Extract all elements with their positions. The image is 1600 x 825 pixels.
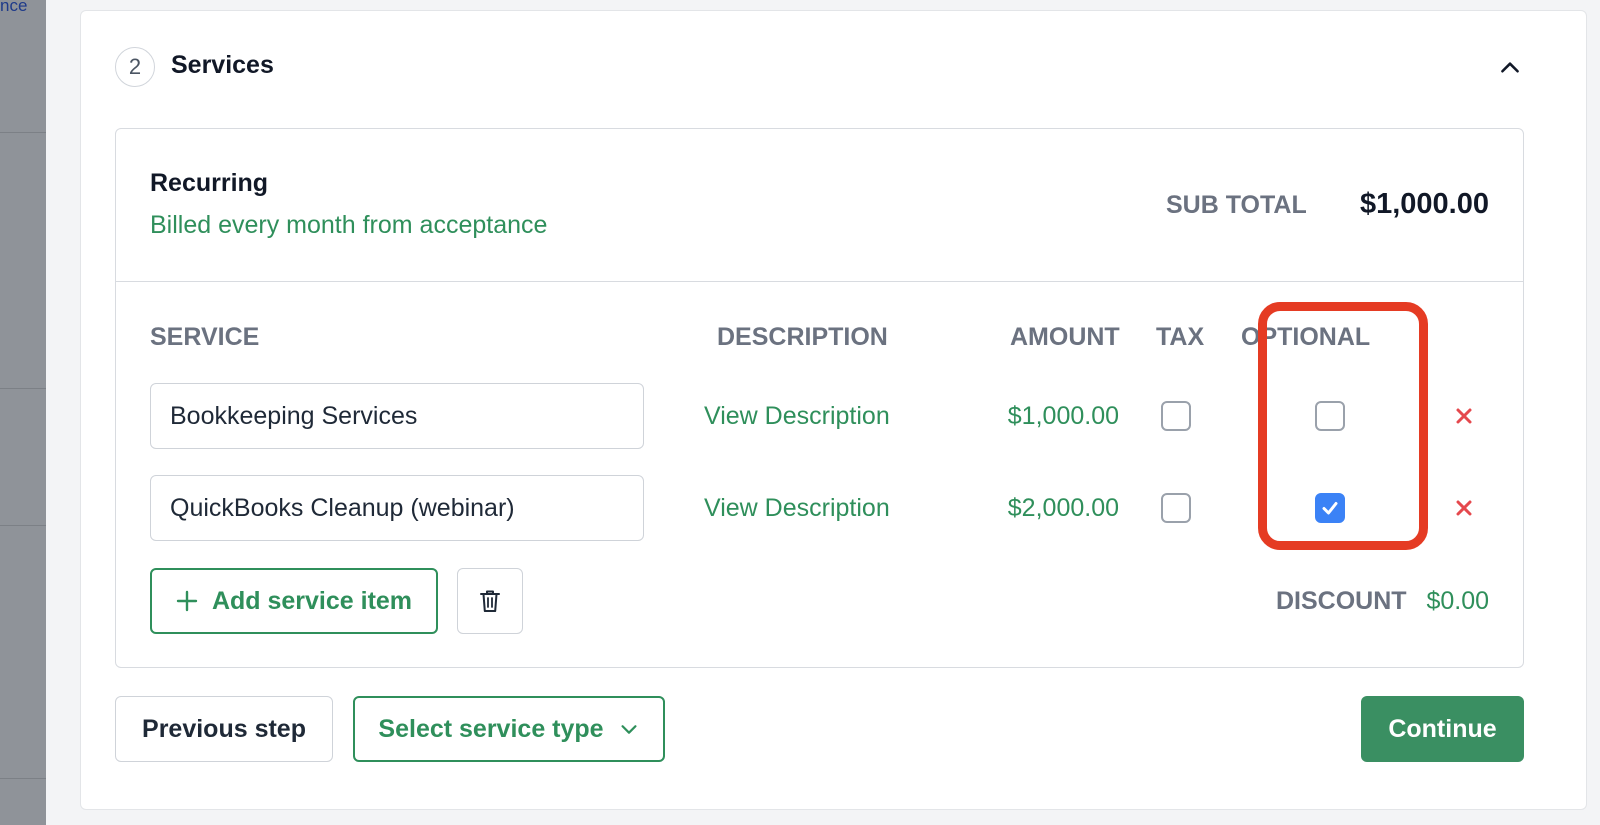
column-header-service: SERVICE <box>150 323 260 351</box>
optional-checkbox[interactable] <box>1315 493 1345 523</box>
discount-label: DISCOUNT <box>1276 587 1407 615</box>
background-page: nce <box>0 0 46 825</box>
background-divider <box>0 778 46 779</box>
background-divider <box>0 525 46 526</box>
background-divider <box>0 132 46 133</box>
tax-checkbox[interactable] <box>1161 493 1191 523</box>
billing-group-subtitle: Billed every month from acceptance <box>150 211 548 239</box>
service-name-input[interactable] <box>150 383 644 449</box>
optional-checkbox[interactable] <box>1315 401 1345 431</box>
continue-button[interactable]: Continue <box>1361 696 1524 762</box>
tax-checkbox[interactable] <box>1161 401 1191 431</box>
view-description-link[interactable]: View Description <box>704 402 890 431</box>
select-service-type-dropdown[interactable]: Select service type <box>353 696 665 762</box>
remove-row-icon[interactable] <box>1454 406 1474 426</box>
column-header-amount: AMOUNT <box>1010 323 1120 351</box>
checkmark-icon <box>1322 502 1338 515</box>
billing-group-title: Recurring <box>150 169 269 197</box>
add-service-item-label: Add service item <box>211 586 413 615</box>
service-name-input[interactable] <box>150 475 644 541</box>
service-amount: $2,000.00 <box>1007 494 1119 522</box>
background-divider <box>0 388 46 389</box>
column-header-description: DESCRIPTION <box>717 323 888 351</box>
select-service-type-label: Select service type <box>378 714 604 743</box>
chevron-down-icon <box>621 725 637 734</box>
previous-step-button[interactable]: Previous step <box>115 696 333 762</box>
chevron-up-icon[interactable] <box>1497 55 1523 81</box>
step-number-badge: 2 <box>115 47 155 87</box>
remove-row-icon[interactable] <box>1454 498 1474 518</box>
add-service-item-button[interactable]: Add service item <box>150 568 438 634</box>
view-description-link[interactable]: View Description <box>704 494 890 523</box>
plus-icon <box>176 590 198 612</box>
delete-group-button[interactable] <box>457 568 523 634</box>
column-header-optional: OPTIONAL <box>1241 323 1371 351</box>
trash-icon <box>480 590 500 612</box>
card-divider <box>116 281 1523 282</box>
service-amount: $1,000.00 <box>1007 402 1119 430</box>
step-title: Services <box>171 51 274 79</box>
modal-gutter <box>46 0 80 825</box>
subtotal-value: $1,000.00 <box>1359 188 1489 220</box>
subtotal-label: SUB TOTAL <box>1166 191 1307 219</box>
services-step-panel: 2 Services Recurring Billed every month … <box>80 10 1587 810</box>
recurring-services-card: Recurring Billed every month from accept… <box>115 128 1524 668</box>
discount-value[interactable]: $0.00 <box>1426 587 1489 616</box>
step-number: 2 <box>128 54 142 79</box>
column-header-tax: TAX <box>1156 323 1205 351</box>
background-text: nce <box>0 0 28 15</box>
